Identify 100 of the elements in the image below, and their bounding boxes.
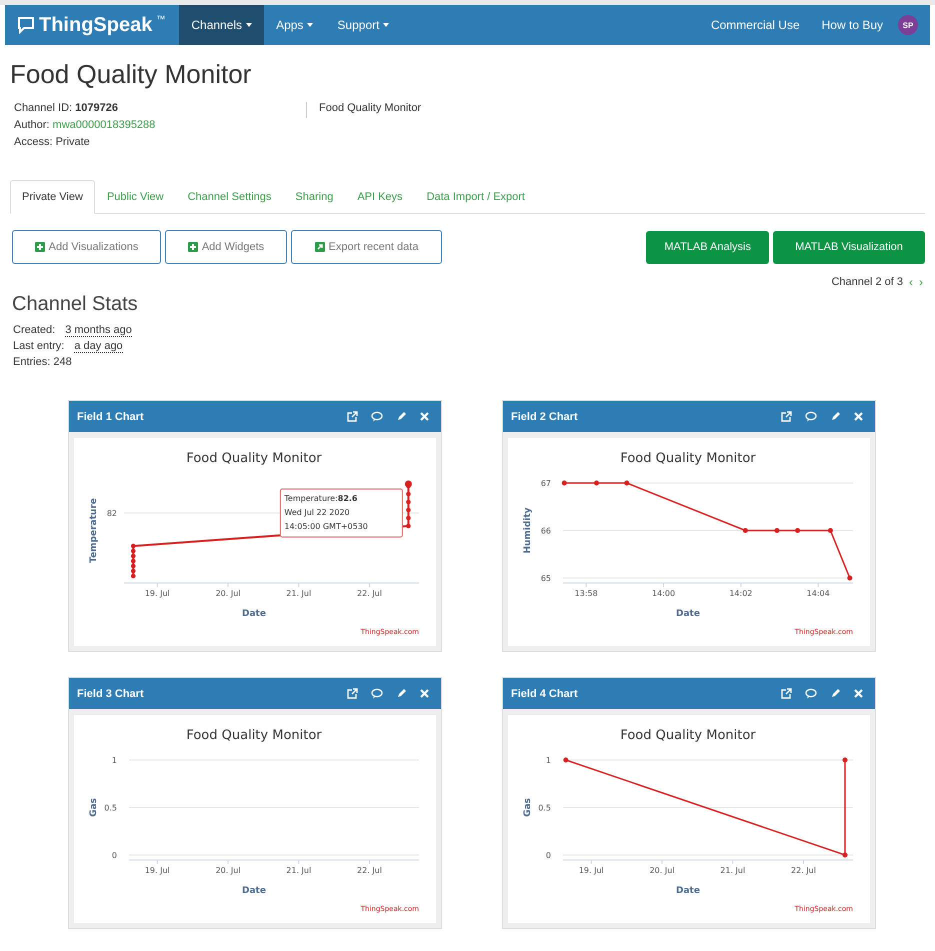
author: Author: mwa0000018395288 — [14, 119, 156, 131]
tab[interactable]: Public View — [94, 180, 176, 214]
access: Access: Private — [14, 136, 91, 148]
tooltip-text: 14:05:00 GMT+0530 — [284, 521, 369, 533]
external-link-icon[interactable] — [347, 411, 358, 422]
action-button[interactable]: Add Widgets — [165, 230, 287, 264]
external-link-icon[interactable] — [781, 411, 792, 422]
export-icon — [314, 242, 325, 252]
panel-title: Field 2 Chart — [511, 410, 579, 422]
tick-label: 19. Jul — [144, 866, 170, 875]
tick-label: 19. Jul — [578, 866, 604, 875]
tick-label: 21. Jul — [286, 589, 312, 598]
close-icon[interactable] — [854, 412, 863, 421]
pencil-icon[interactable] — [396, 688, 407, 699]
tick-label: 1 — [112, 756, 117, 765]
caret-icon — [383, 23, 390, 27]
comment-icon[interactable] — [805, 411, 817, 422]
axis-title: Date — [676, 886, 700, 896]
close-icon[interactable] — [420, 412, 429, 421]
comment-icon[interactable] — [805, 688, 817, 699]
action-button[interactable]: Export recent data — [291, 230, 442, 264]
logo[interactable]: ThingSpeak ™ — [5, 5, 180, 45]
external-link-icon[interactable] — [347, 688, 358, 699]
tick-label: 1 — [546, 756, 551, 765]
axis-title: Gas — [523, 798, 533, 817]
tick-label: 22. Jul — [357, 866, 382, 875]
chart-title: Food Quality Monitor — [186, 728, 322, 743]
axis-title: Date — [242, 886, 266, 896]
tick-label: 13:58 — [574, 589, 598, 598]
tick-label: 21. Jul — [720, 866, 746, 875]
axis-title: Gas — [89, 798, 99, 817]
tab[interactable]: API Keys — [345, 180, 415, 214]
comment-icon[interactable] — [371, 411, 383, 422]
stat-value: 3 months ago — [65, 324, 132, 337]
nav-link[interactable]: How to Buy — [810, 5, 894, 45]
matlab-button[interactable]: MATLAB Visualization — [773, 230, 925, 264]
tick-label: 0.5 — [104, 804, 117, 812]
chat-bubble-icon — [17, 16, 35, 34]
close-icon[interactable] — [854, 689, 863, 698]
pencil-icon[interactable] — [830, 411, 841, 422]
tick-label: 66 — [540, 526, 551, 536]
tick-label: 65 — [540, 574, 551, 583]
panel-title: Field 3 Chart — [77, 688, 145, 700]
avatar[interactable]: SP — [898, 15, 918, 35]
plus-icon — [34, 242, 45, 252]
tick-label: 0 — [112, 851, 117, 860]
tab[interactable]: Channel Settings — [176, 180, 284, 214]
axis-title: Humidity — [523, 507, 533, 554]
tick-label: 67 — [540, 479, 551, 488]
tick-label: 82 — [106, 509, 117, 518]
plus-icon — [188, 242, 198, 252]
channel-id: Channel ID: 1079726 — [14, 102, 119, 114]
chart-title: Food Quality Monitor — [186, 451, 322, 466]
tab[interactable]: Private View — [10, 180, 95, 214]
caret-icon — [307, 23, 314, 27]
next-link[interactable]: › — [919, 275, 923, 289]
nav-menu[interactable]: Apps — [264, 5, 326, 45]
tick-label: 14:02 — [729, 589, 752, 598]
channel-description: Food Quality Monitor — [306, 102, 422, 118]
tick-label: 0 — [546, 851, 551, 860]
pencil-icon[interactable] — [830, 688, 841, 699]
tick-label: 22. Jul — [791, 866, 816, 875]
stat-label: Last entry: — [13, 340, 64, 353]
panel-title: Field 4 Chart — [511, 688, 579, 700]
chart-title: Food Quality Monitor — [620, 728, 756, 743]
close-icon[interactable] — [420, 689, 429, 698]
axis-title: Date — [676, 609, 700, 619]
panel-title: Field 1 Chart — [77, 410, 145, 422]
comment-icon[interactable] — [371, 688, 383, 699]
trademark: ™ — [156, 14, 166, 24]
matlab-button[interactable]: MATLAB Analysis — [646, 230, 769, 264]
nav-menu[interactable]: Channels — [179, 5, 264, 45]
tick-label: 0.5 — [538, 804, 551, 812]
tick-label: 14:00 — [652, 589, 676, 598]
stat-value: a day ago — [74, 340, 123, 353]
tick-label: 14:04 — [806, 589, 830, 598]
logo-text: ThingSpeak — [39, 14, 152, 36]
axis-title: Temperature — [89, 498, 99, 563]
axis-title: Date — [242, 609, 266, 619]
caret-icon — [246, 23, 252, 27]
tick-label: 19. Jul — [144, 589, 170, 598]
tick-label: 22. Jul — [357, 589, 382, 598]
channel-pager: Channel 2 of 3 — [831, 276, 903, 288]
tick-label: 20. Jul — [216, 866, 240, 875]
nav-link[interactable]: Commercial Use — [700, 5, 811, 45]
tooltip-text: Temperature:82.6 — [284, 493, 358, 505]
stat-label: Entries: 248 — [13, 356, 73, 368]
tab[interactable]: Sharing — [283, 180, 346, 214]
external-link-icon[interactable] — [781, 688, 792, 699]
tooltip-text: Wed Jul 22 2020 — [284, 507, 351, 519]
chart-title: Food Quality Monitor — [620, 451, 756, 466]
section-title: Channel Stats — [12, 293, 139, 316]
action-button[interactable]: Add Visualizations — [12, 230, 161, 264]
nav-menu[interactable]: Support — [325, 5, 402, 45]
page-title: Food Quality Monitor — [10, 59, 252, 90]
stat-label: Created: — [13, 324, 56, 337]
previous-link[interactable]: ‹ — [909, 275, 913, 289]
pencil-icon[interactable] — [396, 411, 407, 422]
tick-label: 20. Jul — [650, 866, 674, 875]
tab[interactable]: Data Import / Export — [414, 180, 537, 214]
